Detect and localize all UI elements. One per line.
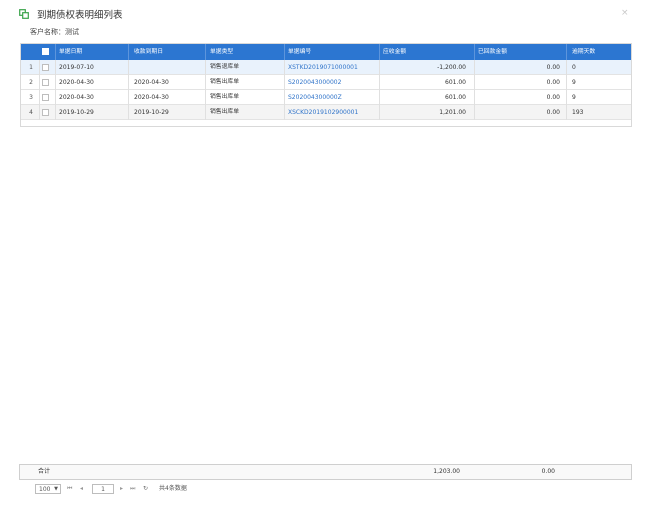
doc-number-link[interactable]: S2020043000002 [288,75,341,90]
received-total: 0.00 [541,468,555,475]
due-date: 2020-04-30 [134,94,169,101]
total-count-text: 共4条数据 [159,485,187,492]
row-number: 4 [29,109,33,116]
due-date: 2019-10-29 [134,109,169,116]
received-amount: 0.00 [546,79,560,86]
doc-number-link[interactable]: XSTKD2019071000001 [288,60,358,75]
doc-type: 销售出库单 [210,79,239,85]
select-all-checkbox[interactable] [42,48,49,55]
overdue-days: 193 [572,109,584,116]
receivable-amount: -1,200.00 [437,64,466,71]
doc-date: 2020-04-30 [59,79,94,86]
row-checkbox[interactable] [42,64,49,71]
overdue-days: 0 [572,64,576,71]
overdue-days: 9 [572,79,576,86]
next-page-icon[interactable]: ▸ [120,484,123,494]
received-amount: 0.00 [546,94,560,101]
table-header: 单据日期 收款到期日 单据类型 单据编号 应收金额 已回款金额 逾期天数 [21,44,631,60]
received-amount: 0.00 [546,109,560,116]
dialog-title: 到期债权表明细列表 [37,10,123,21]
row-checkbox[interactable] [42,109,49,116]
dialog-title-bar: 到期债权表明细列表 × [0,0,649,24]
page-size-select[interactable]: 100 ▼ [35,484,61,494]
column-header-doc-number[interactable]: 单据编号 [288,44,311,60]
column-header-received[interactable]: 已回款金额 [478,44,507,60]
overdue-days: 9 [572,94,576,101]
prev-page-icon[interactable]: ◂ [80,484,83,494]
column-header-doc-date[interactable]: 单据日期 [59,44,82,60]
receivable-amount: 601.00 [445,94,466,101]
receivable-amount: 601.00 [445,79,466,86]
list-detail-icon [19,9,29,19]
column-header-receivable[interactable]: 应收金额 [383,44,406,60]
receivable-amount: 1,201.00 [439,109,466,116]
doc-date: 2019-07-10 [59,64,94,71]
last-page-icon[interactable]: ⏭ [130,484,135,494]
row-number: 2 [29,79,33,86]
current-page-input[interactable]: 1 [92,484,114,494]
column-header-doc-type[interactable]: 单据类型 [210,44,233,60]
doc-date: 2020-04-30 [59,94,94,101]
doc-type: 销售出库单 [210,94,239,100]
column-header-overdue-days[interactable]: 逾期天数 [572,44,595,60]
doc-date: 2019-10-29 [59,109,94,116]
doc-type: 销售出库单 [210,109,239,115]
doc-number-link[interactable]: S202004300000Z [288,90,342,105]
table-row[interactable]: 2 2020-04-30 2020-04-30 销售出库单 S202004300… [21,75,631,90]
chevron-down-icon: ▼ [54,486,58,492]
doc-type: 销售退库单 [210,64,239,70]
row-checkbox[interactable] [42,94,49,101]
refresh-icon[interactable]: ↻ [143,484,148,494]
due-date: 2020-04-30 [134,79,169,86]
page-size-value: 100 [39,486,51,493]
table-row[interactable]: 3 2020-04-30 2020-04-30 销售出库单 S202004300… [21,90,631,105]
close-icon[interactable]: × [621,8,629,18]
first-page-icon[interactable]: ⏮ [67,484,72,494]
doc-number-link[interactable]: XSCKD2019102900001 [288,105,358,120]
table-row[interactable]: 4 2019-10-29 2019-10-29 销售出库单 XSCKD20191… [21,105,631,120]
column-header-due-date[interactable]: 收款到期日 [134,44,163,60]
customer-name-label: 客户名称：测试 [30,28,79,36]
row-number: 1 [29,64,33,71]
total-label: 合计 [38,468,51,475]
summary-footer: 合计 1,203.00 0.00 [19,464,632,480]
received-amount: 0.00 [546,64,560,71]
row-checkbox[interactable] [42,79,49,86]
table-row[interactable]: 1 2019-07-10 销售退库单 XSTKD2019071000001 -1… [21,60,631,75]
row-number: 3 [29,94,33,101]
receivable-total: 1,203.00 [433,468,460,475]
debt-detail-table: 单据日期 收款到期日 单据类型 单据编号 应收金额 已回款金额 逾期天数 1 2… [20,43,632,127]
